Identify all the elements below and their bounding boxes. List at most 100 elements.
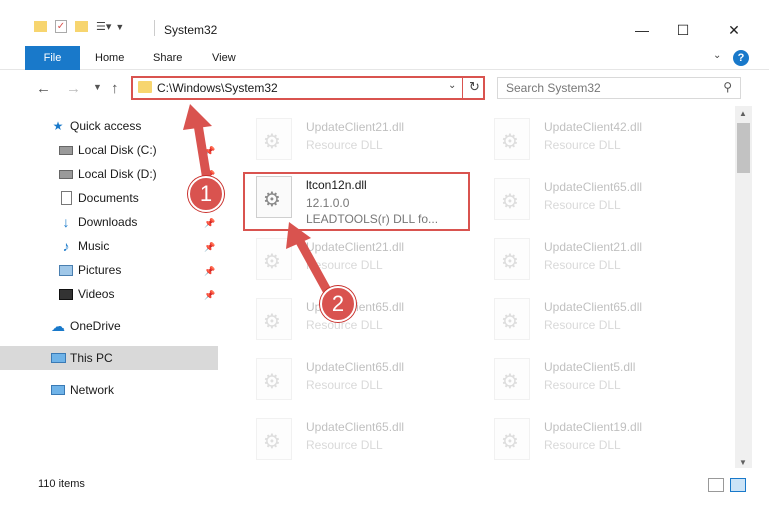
search-icon[interactable]: ⚲ (723, 80, 732, 94)
chevron-down-icon[interactable]: ⌄ (448, 80, 456, 91)
tab-share[interactable]: Share (153, 46, 182, 70)
cloud-icon: ☁ (51, 317, 65, 334)
pin-icon[interactable]: 📌 (204, 266, 215, 277)
sidebar-item-label: Local Disk (C:) (78, 143, 157, 157)
file-type: Resource DLL (544, 258, 621, 272)
pin-icon[interactable]: 📌 (204, 218, 215, 229)
sidebar-item-label: OneDrive (70, 319, 121, 333)
folder-icon[interactable] (34, 21, 47, 32)
title-separator (154, 20, 155, 36)
sidebar-item-label: Videos (78, 287, 115, 301)
file-item[interactable]: ⚙ UpdateClient65.dll Resource DLL (232, 410, 462, 468)
network-icon (50, 383, 66, 397)
file-name: UpdateClient21.dll (306, 120, 405, 134)
file-item[interactable]: ⚙ UpdateClient21.dll Resource DLL (470, 230, 700, 288)
sidebar-item-label: Quick access (70, 119, 142, 133)
file-name: UpdateClient65.dll (306, 360, 405, 374)
sidebar-item-label: Network (70, 383, 115, 397)
sidebar-item-label: This PC (70, 351, 113, 365)
forward-arrow-icon[interactable]: → (66, 80, 81, 97)
file-type: Resource DLL (544, 138, 621, 152)
vertical-scrollbar[interactable]: ▲ ▼ (735, 106, 752, 468)
file-type: Resource DLL (544, 378, 621, 392)
window-title: System32 (164, 23, 218, 37)
dll-file-icon: ⚙ (256, 238, 292, 280)
scroll-thumb[interactable] (737, 123, 750, 173)
computer-icon (50, 351, 66, 365)
sidebar-item-pictures[interactable]: Pictures 📌 (0, 258, 218, 282)
tab-home[interactable]: Home (95, 46, 124, 70)
new-folder-icon[interactable] (75, 21, 88, 32)
file-name: UpdateClient65.dll (544, 300, 643, 314)
sidebar-item-downloads[interactable]: ↓ Downloads 📌 (0, 210, 218, 234)
file-item[interactable]: ⚙ UpdateClient19.dll Resource DLL (470, 410, 700, 468)
large-icons-view-icon[interactable] (730, 478, 746, 492)
sidebar-item-label: Downloads (78, 215, 138, 229)
file-item[interactable]: ⚙ UpdateClient65.dll Resource DLL (470, 170, 700, 228)
file-name: UpdateClient19.dll (544, 420, 643, 434)
dll-file-icon: ⚙ (494, 178, 530, 220)
folder-icon (138, 81, 152, 93)
sidebar-item-videos[interactable]: Videos 📌 (0, 282, 218, 306)
sidebar-item-onedrive[interactable]: ☁ OneDrive (0, 314, 218, 338)
details-view-icon[interactable] (708, 478, 724, 492)
recent-locations-icon[interactable]: ▼ (93, 82, 102, 92)
file-name: UpdateClient42.dll (544, 120, 643, 134)
star-icon: ★ (52, 119, 64, 133)
sidebar-item-music[interactable]: ♪ Music 📌 (0, 234, 218, 258)
file-item[interactable]: ⚙ UpdateClient65.dll Resource DLL (470, 290, 700, 348)
sidebar-item-quick-access[interactable]: ★ Quick access (0, 114, 218, 138)
scroll-up-icon[interactable]: ▲ (739, 109, 747, 118)
file-item[interactable]: ⚙ UpdateClient21.dll Resource DLL (232, 230, 462, 288)
sidebar-item-local-disk-d[interactable]: Local Disk (D:) 📌 (0, 162, 218, 186)
sidebar-item-label: Documents (78, 191, 139, 205)
file-type: Resource DLL (306, 138, 383, 152)
file-type: Resource DLL (306, 378, 383, 392)
close-button[interactable]: ✕ (720, 18, 748, 42)
dll-file-icon: ⚙ (256, 118, 292, 160)
search-input[interactable]: Search System32 (506, 81, 601, 95)
help-button[interactable]: ? (733, 50, 749, 66)
sidebar-item-label: Pictures (78, 263, 122, 277)
file-item[interactable]: ⚙ UpdateClient42.dll Resource DLL (470, 110, 700, 168)
pin-icon[interactable]: 📌 (204, 290, 215, 301)
tab-view[interactable]: View (212, 46, 236, 70)
maximize-button[interactable]: ☐ (669, 18, 697, 42)
scroll-down-icon[interactable]: ▼ (739, 458, 747, 467)
properties-icon[interactable]: ✓ (55, 20, 67, 33)
ribbon-tabs: File Home Share View ⌄ ? (0, 46, 769, 70)
refresh-icon[interactable]: ↻ (469, 79, 480, 95)
dropdown-icon[interactable]: ▼ (115, 22, 124, 32)
drive-icon (58, 167, 74, 181)
sidebar-item-network[interactable]: Network (0, 378, 218, 402)
pictures-icon (58, 263, 74, 277)
address-path[interactable]: C:\Windows\System32 (157, 81, 278, 95)
address-bar[interactable]: C:\Windows\System32 ⌄ ↻ (131, 76, 485, 100)
file-item[interactable]: ⚙ UpdateClient21.dll Resource DLL (232, 110, 462, 168)
chevron-down-icon[interactable]: ⌄ (713, 50, 721, 61)
quick-access-toolbar: ✓ ☰▾ ▼ (34, 20, 124, 33)
customize-icon[interactable]: ☰▾ (96, 20, 111, 33)
file-item[interactable]: ⚙ UpdateClient5.dll Resource DLL (470, 350, 700, 408)
download-icon: ↓ (62, 214, 70, 230)
dll-file-icon: ⚙ (494, 238, 530, 280)
sidebar-item-documents[interactable]: Documents 📌 (0, 186, 218, 210)
file-item[interactable]: ⚙ UpdateClient65.dll Resource DLL (232, 350, 462, 408)
tab-file[interactable]: File (25, 46, 80, 70)
documents-icon (58, 191, 74, 205)
pin-icon[interactable]: 📌 (204, 146, 215, 157)
callout-1: 1 (188, 176, 224, 212)
highlight-box (243, 172, 470, 231)
sidebar-item-this-pc[interactable]: This PC (0, 346, 218, 370)
file-name: UpdateClient5.dll (544, 360, 636, 374)
search-box[interactable]: Search System32 ⚲ (497, 77, 741, 99)
pin-icon[interactable]: 📌 (204, 242, 215, 253)
file-name: UpdateClient21.dll (544, 240, 643, 254)
back-arrow-icon[interactable]: ← (36, 80, 51, 97)
file-list: ⚙ UpdateClient21.dll Resource DLL ⚙ ltco… (218, 106, 735, 468)
sidebar-item-local-disk-c[interactable]: Local Disk (C:) 📌 (0, 138, 218, 162)
file-name: UpdateClient65.dll (544, 180, 643, 194)
up-arrow-icon[interactable]: ↑ (111, 80, 119, 97)
minimize-button[interactable]: — (628, 18, 656, 42)
dll-file-icon: ⚙ (494, 418, 530, 460)
